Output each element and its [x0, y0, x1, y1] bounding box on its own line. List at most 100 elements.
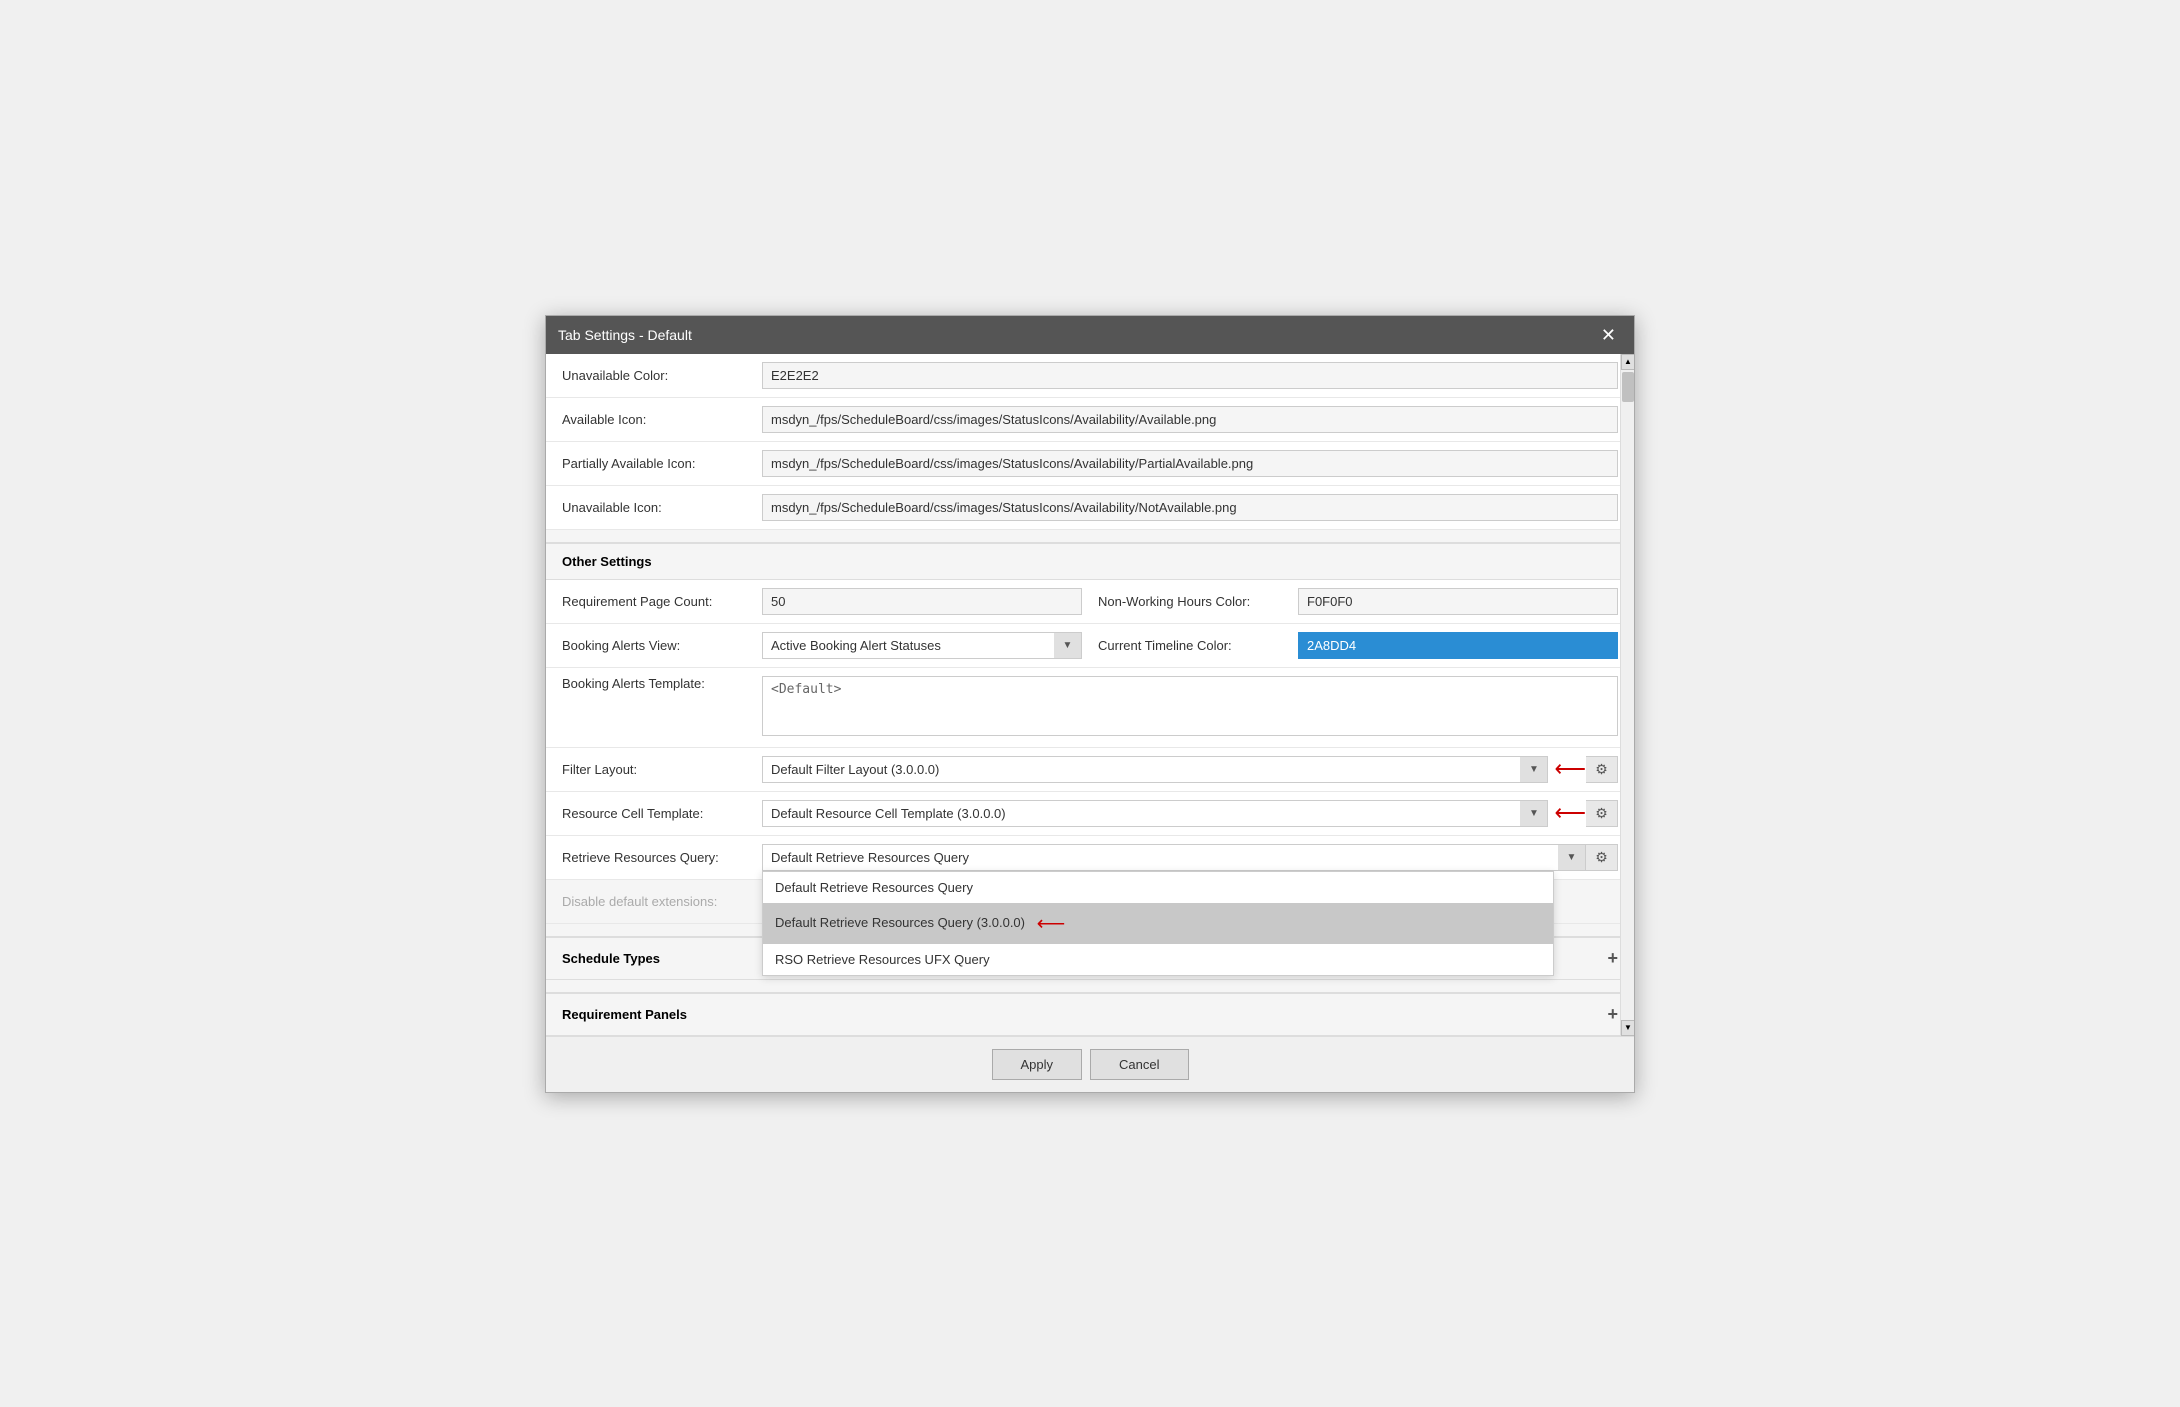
resource-cell-arrow-icon: ⟵ [1554, 800, 1586, 826]
filter-layout-row: Filter Layout: Default Filter Layout (3.… [546, 748, 1634, 792]
resource-cell-dropdown-arrow[interactable]: ▼ [1520, 800, 1548, 827]
chevron-down-icon: ▼ [1063, 640, 1073, 651]
booking-alerts-template-label: Booking Alerts Template: [562, 676, 762, 691]
unavailable-icon-row: Unavailable Icon: [546, 486, 1634, 530]
booking-alerts-dropdown-arrow[interactable]: ▼ [1054, 632, 1082, 659]
booking-alerts-view-label: Booking Alerts View: [562, 638, 762, 653]
req-page-col-left: Requirement Page Count: [562, 588, 1082, 615]
filter-layout-dropdown-arrow[interactable]: ▼ [1520, 756, 1548, 783]
available-icon-input[interactable] [762, 406, 1618, 433]
filter-layout-control: Default Filter Layout (3.0.0.0) ▼ ⟵ ⚙ [762, 756, 1618, 783]
booking-alerts-view-row: Booking Alerts View: Active Booking Aler… [546, 624, 1634, 668]
gear-icon2: ⚙ [1595, 805, 1608, 822]
filter-layout-label: Filter Layout: [562, 762, 762, 777]
dropdown-item-1[interactable]: Default Retrieve Resources Query [763, 872, 1553, 903]
timeline-col-right: Current Timeline Color: 2A8DD4 [1082, 632, 1618, 659]
non-working-hours-color-input[interactable] [1298, 588, 1618, 615]
apply-button[interactable]: Apply [992, 1049, 1083, 1080]
booking-alerts-view-select[interactable]: Active Booking Alert Statuses [762, 632, 1082, 659]
booking-alerts-col-left: Booking Alerts View: Active Booking Aler… [562, 632, 1082, 659]
requirement-page-count-control [762, 588, 1082, 615]
close-button[interactable]: ✕ [1595, 324, 1622, 346]
retrieve-resources-query-row: Retrieve Resources Query: Default Retrie… [546, 836, 1634, 880]
retrieve-resources-dropdown-wrapper: Default Retrieve Resources Query ▼ Defau… [762, 844, 1586, 871]
unavailable-icon-label: Unavailable Icon: [562, 500, 762, 515]
requirement-panels-header: Requirement Panels + [546, 992, 1634, 1036]
other-settings-title: Other Settings [562, 554, 652, 569]
scroll-area: Unavailable Color: Available Icon: [546, 354, 1634, 1036]
filter-layout-gear-button[interactable]: ⚙ [1586, 756, 1618, 783]
requirement-panels-title: Requirement Panels [562, 1007, 687, 1022]
current-timeline-color-field: 2A8DD4 [1298, 632, 1618, 659]
dialog-title-bar: Tab Settings - Default ✕ [546, 316, 1634, 354]
booking-alerts-template-textarea[interactable]: <Default> [762, 676, 1618, 736]
retrieve-resources-dropdown-with-gear: Default Retrieve Resources Query ▼ Defau… [762, 844, 1618, 871]
retrieve-resources-gear-button[interactable]: ⚙ [1586, 844, 1618, 871]
dialog-body: Unavailable Color: Available Icon: [546, 354, 1634, 1036]
gear-icon: ⚙ [1595, 761, 1608, 778]
schedule-types-add-icon[interactable]: + [1607, 948, 1618, 969]
unavailable-color-row: Unavailable Color: [546, 354, 1634, 398]
partially-available-icon-row: Partially Available Icon: [546, 442, 1634, 486]
current-timeline-color-control: 2A8DD4 [1298, 632, 1618, 659]
dialog-title: Tab Settings - Default [558, 327, 692, 343]
gear-icon3: ⚙ [1595, 849, 1608, 866]
scroll-up-button[interactable]: ▲ [1621, 354, 1634, 370]
unavailable-color-input[interactable] [762, 362, 1618, 389]
non-working-col-right: Non-Working Hours Color: [1082, 588, 1618, 615]
requirement-page-count-label: Requirement Page Count: [562, 594, 762, 609]
form-content: Unavailable Color: Available Icon: [546, 354, 1634, 1036]
retrieve-resources-query-display[interactable]: Default Retrieve Resources Query [762, 844, 1586, 871]
resource-cell-template-control: Default Resource Cell Template (3.0.0.0)… [762, 800, 1618, 827]
dialog-footer: Apply Cancel [546, 1036, 1634, 1092]
disable-default-extensions-label: Disable default extensions: [562, 894, 762, 909]
scrollbar-track: ▲ ▼ [1620, 354, 1634, 1036]
resource-cell-gear-button[interactable]: ⚙ [1586, 800, 1618, 827]
filter-layout-dropdown-wrapper: Default Filter Layout (3.0.0.0) ▼ [762, 756, 1548, 783]
other-settings-section: Requirement Page Count: Non-Working Hour… [546, 580, 1634, 924]
available-icon-row: Available Icon: [546, 398, 1634, 442]
available-icon-label: Available Icon: [562, 412, 762, 427]
scroll-down-button[interactable]: ▼ [1621, 1020, 1634, 1036]
non-working-hours-color-label: Non-Working Hours Color: [1098, 594, 1298, 609]
unavailable-color-label: Unavailable Color: [562, 368, 762, 383]
non-working-hours-color-control [1298, 588, 1618, 615]
top-fields-section: Unavailable Color: Available Icon: [546, 354, 1634, 530]
unavailable-color-control [762, 362, 1618, 389]
retrieve-resources-query-control: Default Retrieve Resources Query ▼ Defau… [762, 844, 1618, 871]
partially-available-icon-input[interactable] [762, 450, 1618, 477]
resource-cell-template-select[interactable]: Default Resource Cell Template (3.0.0.0) [762, 800, 1548, 827]
requirement-page-count-input[interactable] [762, 588, 1082, 615]
filter-layout-select[interactable]: Default Filter Layout (3.0.0.0) [762, 756, 1548, 783]
dropdown-item-arrow-icon: ⟵ [1037, 913, 1066, 935]
unavailable-icon-input[interactable] [762, 494, 1618, 521]
booking-alerts-template-row: Booking Alerts Template: <Default> [546, 668, 1634, 748]
available-icon-control [762, 406, 1618, 433]
booking-alerts-view-control: Active Booking Alert Statuses ▼ [762, 632, 1082, 659]
scrollbar-thumb[interactable] [1622, 372, 1634, 402]
other-settings-header: Other Settings [546, 542, 1634, 580]
resource-cell-dropdown-with-gear: Default Resource Cell Template (3.0.0.0)… [762, 800, 1618, 827]
resource-cell-template-row: Resource Cell Template: Default Resource… [546, 792, 1634, 836]
spacer1 [546, 530, 1634, 542]
current-timeline-color-label: Current Timeline Color: [1098, 638, 1298, 653]
retrieve-resources-query-label: Retrieve Resources Query: [562, 850, 762, 865]
partially-available-icon-label: Partially Available Icon: [562, 456, 762, 471]
booking-alerts-dropdown-wrapper: Active Booking Alert Statuses ▼ [762, 632, 1082, 659]
dropdown-item-3[interactable]: RSO Retrieve Resources UFX Query [763, 944, 1553, 975]
booking-alerts-template-control: <Default> [762, 676, 1618, 739]
filter-layout-arrow-icon: ⟵ [1554, 756, 1586, 782]
partially-available-icon-control [762, 450, 1618, 477]
tab-settings-dialog: Tab Settings - Default ✕ Unavailable Col… [545, 315, 1635, 1093]
spacer3 [546, 980, 1634, 992]
retrieve-resources-dropdown-arrow[interactable]: ▼ [1558, 844, 1586, 871]
unavailable-icon-control [762, 494, 1618, 521]
scrollbar-area [1621, 370, 1634, 1020]
resource-cell-template-label: Resource Cell Template: [562, 806, 762, 821]
retrieve-resources-dropdown-menu: Default Retrieve Resources Query Default… [762, 871, 1554, 976]
filter-layout-dropdown-with-gear: Default Filter Layout (3.0.0.0) ▼ ⟵ ⚙ [762, 756, 1618, 783]
dropdown-item-2[interactable]: Default Retrieve Resources Query (3.0.0.… [763, 903, 1553, 944]
requirement-panels-add-icon[interactable]: + [1607, 1004, 1618, 1025]
requirement-page-count-row: Requirement Page Count: Non-Working Hour… [546, 580, 1634, 624]
cancel-button[interactable]: Cancel [1090, 1049, 1188, 1080]
